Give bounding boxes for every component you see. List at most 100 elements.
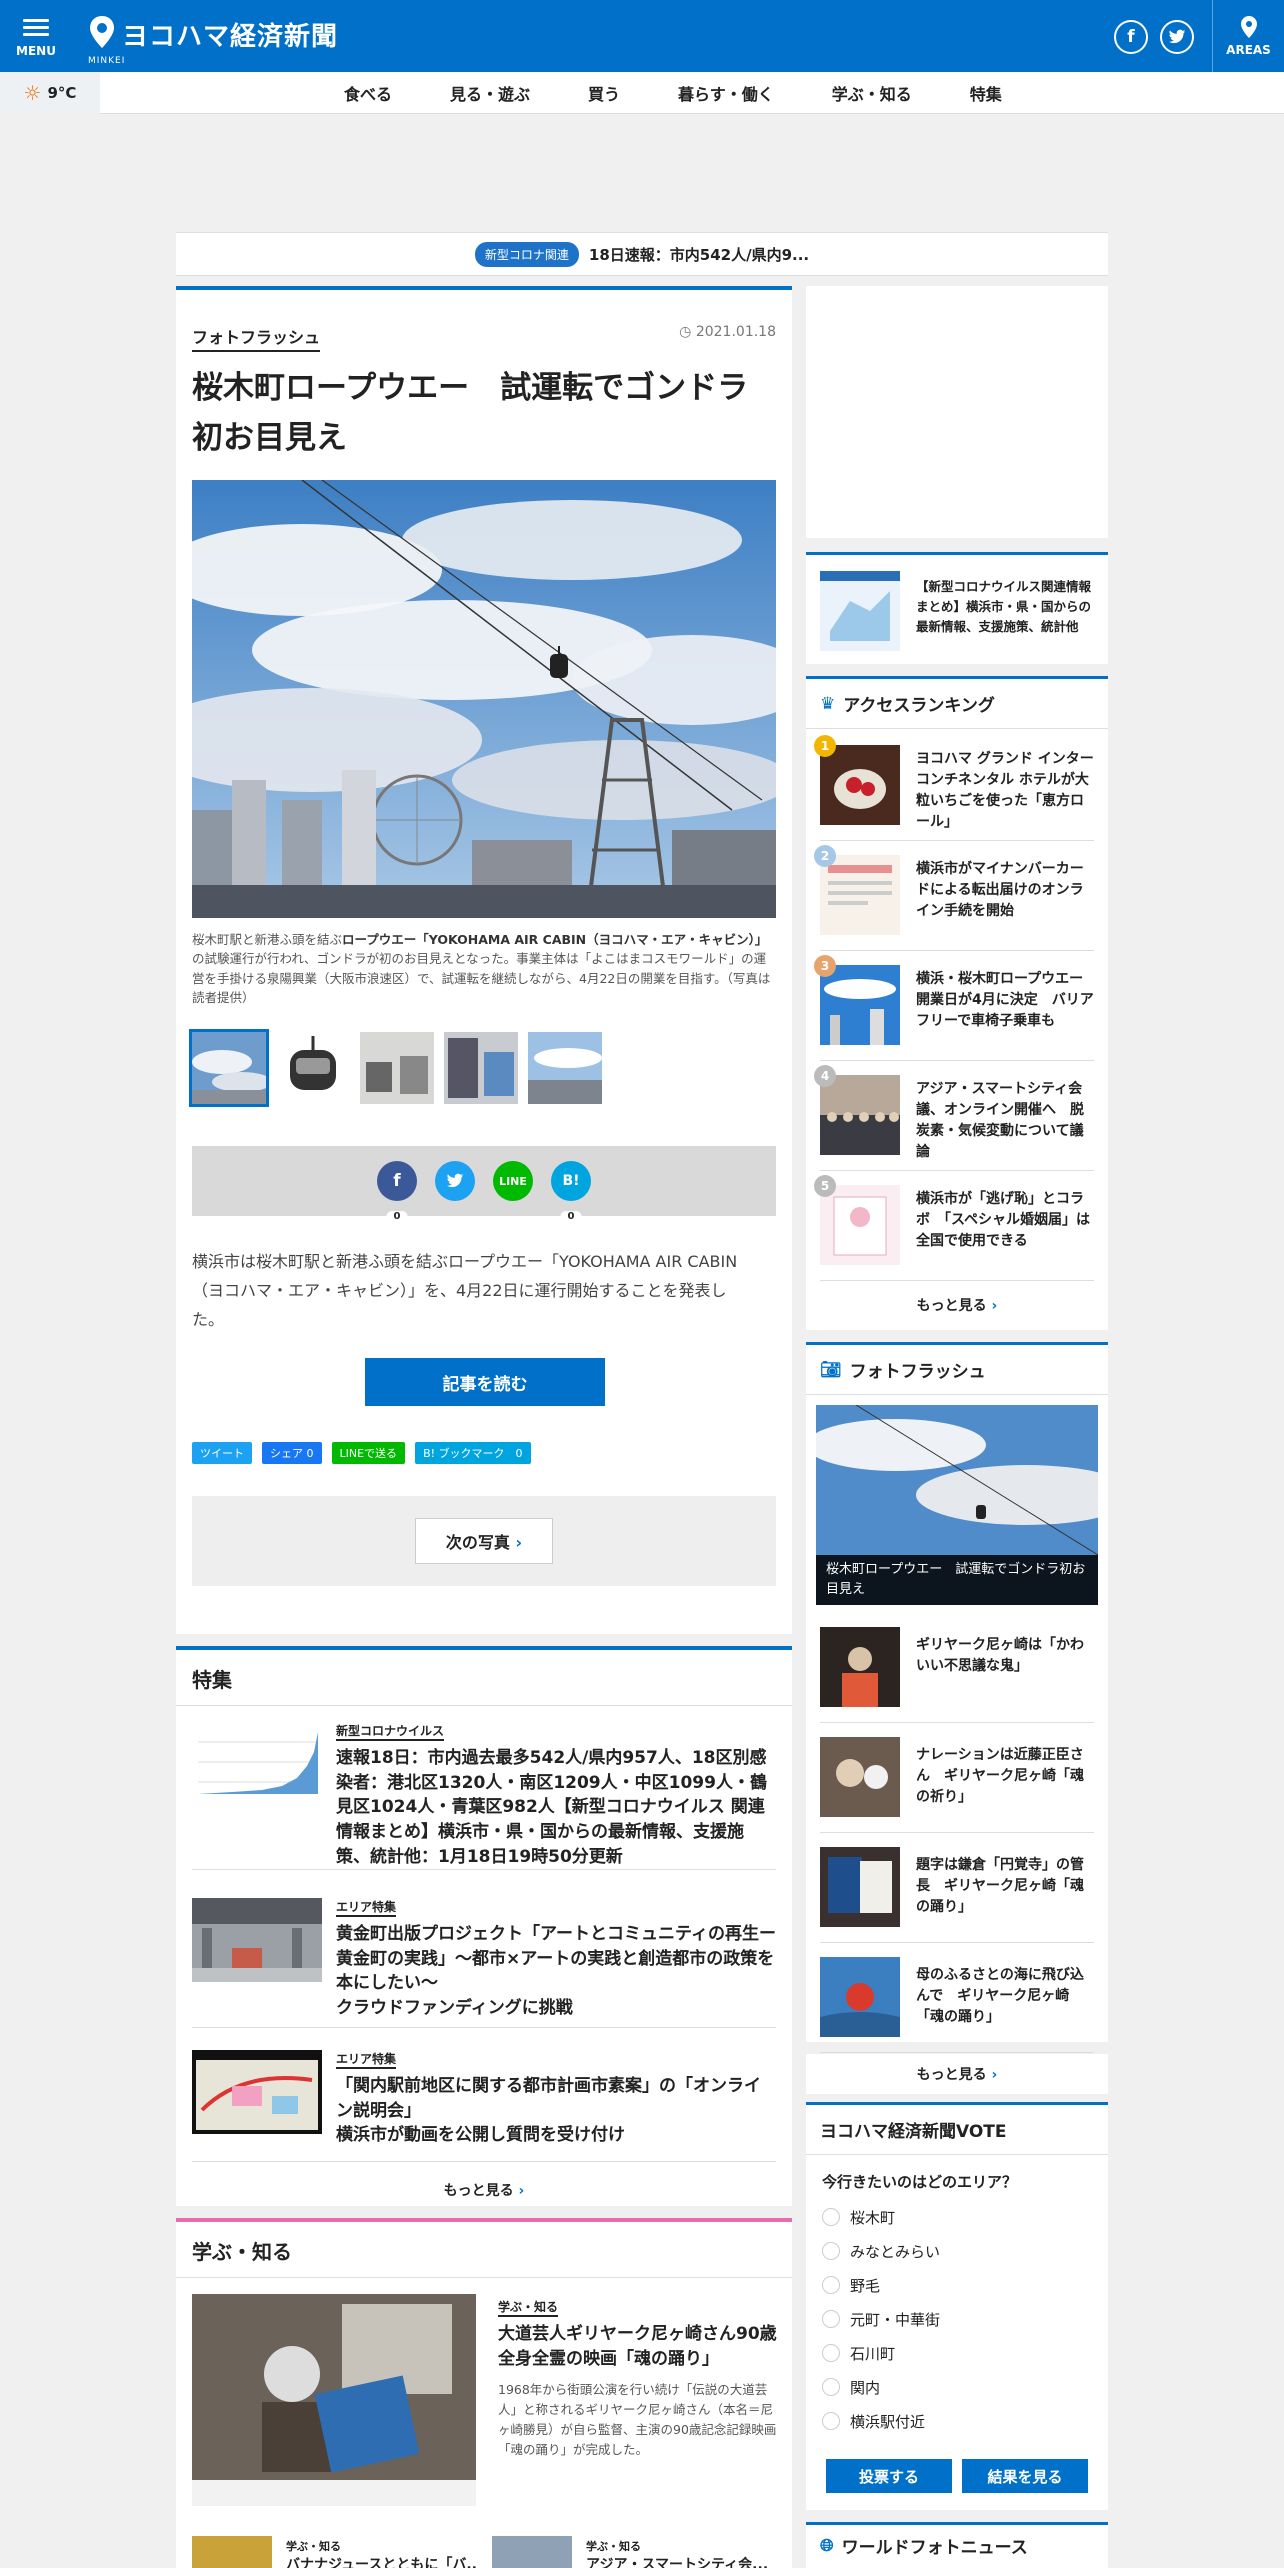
vote-submit-button[interactable]: 投票する: [826, 2459, 952, 2493]
vote-option[interactable]: 元町・中華街: [806, 2302, 1108, 2336]
ticker-text[interactable]: 18日速報：市内542人/県内9...: [589, 244, 809, 265]
covid-promo-text: 【新型コロナウイルス関連情報まとめ】横浜市・県・国からの最新情報、支援施策、統計…: [916, 579, 1092, 634]
chevron-right-icon: ›: [991, 1298, 998, 1314]
photoflash-more-box: もっと見る ›: [806, 2054, 1108, 2094]
next-photo-button[interactable]: 次の写真 ›: [414, 1518, 554, 1564]
header-twitter-button[interactable]: [1160, 20, 1194, 54]
nav-item-see-play[interactable]: 見る・遊ぶ: [450, 81, 530, 105]
learn-sub2-title[interactable]: アジア・スマートシティ会...: [586, 2554, 776, 2568]
weather-widget[interactable]: ☼ 9°C: [0, 72, 100, 114]
learn-main-title[interactable]: 大道芸人ギリヤーク尼ヶ崎さん90歳 全身全霊の映画「魂の踊り」: [498, 2322, 794, 2371]
category-nav: ☼ 9°C 食べる 見る・遊ぶ 買う 暮らす・働く 学ぶ・知る 特集: [0, 72, 1284, 114]
radio-icon[interactable]: [822, 2242, 840, 2260]
vote-option[interactable]: 石川町: [806, 2336, 1108, 2370]
ranking-item[interactable]: 2 横浜市がマイナンバーカードによる転出届けのオンライン手続を開始: [814, 841, 1094, 951]
vote-option[interactable]: 野毛: [806, 2268, 1108, 2302]
site-logo[interactable]: MINKEI ヨコハマ経済新聞: [88, 14, 339, 66]
vote-option[interactable]: 関内: [806, 2370, 1108, 2404]
photoflash-main-photo[interactable]: 桜木町ロープウエー 試運転でゴンドラ初お目見え: [816, 1405, 1098, 1605]
ticker-badge: 新型コロナ関連: [474, 241, 579, 267]
share-facebook-button[interactable]: f 0: [377, 1161, 417, 1222]
photoflash-item[interactable]: 題字は鎌倉「円覚寺」の管長 ギリヤーク尼ヶ崎「魂の踊り」: [820, 1833, 1094, 1943]
photoflash-item[interactable]: ギリヤーク尼ヶ崎は「かわいい不思議な鬼」: [820, 1613, 1094, 1723]
thumbnail-5[interactable]: [528, 1032, 602, 1104]
learn-sub1-title[interactable]: バナナジュースとともに「バ...: [286, 2554, 476, 2568]
article-main-photo[interactable]: [192, 480, 776, 918]
feature-item-title[interactable]: 「関内駅前地区に関する都市計画市素案」の「オンライン説明会」 横浜市が動画を公開…: [336, 2074, 776, 2148]
photoflash-item-title: ナレーションは近藤正臣さん ギリヤーク尼ヶ崎「魂の祈り」: [916, 1747, 1084, 1805]
areas-button[interactable]: AREAS: [1212, 0, 1284, 72]
nav-item-eat[interactable]: 食べる: [344, 81, 392, 105]
main-article: フォトフラッシュ ◷ 2021.01.18 桜木町ロープウエー 試運転でゴンドラ…: [176, 286, 792, 1634]
photoflash-thumbnail: [820, 1737, 900, 1817]
world-photo-title: 🌐︎ ワールドフォトニュース: [820, 2535, 1028, 2559]
ranking-more-link[interactable]: もっと見る ›: [806, 1295, 1108, 1315]
vote-widget: ヨコハマ経済新聞VOTE 今行きたいのはどのエリア？ 桜木町 みなとみらい 野毛…: [806, 2102, 1108, 2510]
feature-item-category: エリア特集: [336, 1898, 397, 1917]
feature-item[interactable]: エリア特集 黄金町出版プロジェクト「アートとコミュニティの再生ー黄金町の実践」～…: [192, 1898, 776, 2028]
radio-icon[interactable]: [822, 2344, 840, 2362]
thumbnail-1[interactable]: [189, 1029, 269, 1107]
nav-item-shop[interactable]: 買う: [588, 81, 620, 105]
facebook-icon: f: [393, 1171, 401, 1191]
ranking-thumbnail: [820, 1075, 900, 1155]
thumbnail-4[interactable]: [444, 1032, 518, 1104]
ranking-title-text: 横浜・桜木町ロープウエー開業日が4月に決定 バリアフリーで車椅子乗車も: [916, 971, 1094, 1029]
feature-section-title: 特集: [176, 1650, 792, 1706]
hatena-bookmark-button[interactable]: B! ブックマーク 0: [415, 1442, 531, 1464]
ranking-item[interactable]: 3 横浜・桜木町ロープウエー開業日が4月に決定 バリアフリーで車椅子乗車も: [814, 951, 1094, 1061]
facebook-share-button[interactable]: シェア 0: [262, 1442, 322, 1464]
thumbnail-3[interactable]: [360, 1032, 434, 1104]
header-facebook-button[interactable]: f: [1114, 20, 1148, 54]
learn-sub2-category: 学ぶ・知る: [586, 2540, 641, 2553]
feature-item-category: エリア特集: [336, 2050, 397, 2069]
facebook-icon: f: [1127, 27, 1135, 47]
feature-item[interactable]: 新型コロナウイルス 速報18日：市内過去最多542人/県内957人、18区別感染…: [192, 1722, 776, 1870]
weather-temp: 9°C: [47, 84, 77, 102]
read-article-button[interactable]: 記事を読む: [365, 1358, 605, 1406]
thumbnail-2[interactable]: [276, 1032, 350, 1104]
sidebar-covid-promo[interactable]: 【新型コロナウイルス関連情報まとめ】横浜市・県・国からの最新情報、支援施策、統計…: [806, 552, 1108, 664]
vote-option[interactable]: 桜木町: [806, 2200, 1108, 2234]
feature-item[interactable]: エリア特集 「関内駅前地区に関する都市計画市素案」の「オンライン説明会」 横浜市…: [192, 2050, 776, 2162]
ranking-number: 5: [814, 1175, 836, 1197]
news-ticker[interactable]: 新型コロナ関連 18日速報：市内542人/県内9...: [176, 232, 1108, 276]
covid-chart-thumbnail: [192, 1722, 322, 1806]
site-name: ヨコハマ経済新聞: [122, 21, 339, 52]
nav-item-learn[interactable]: 学ぶ・知る: [832, 81, 912, 105]
radio-icon[interactable]: [822, 2208, 840, 2226]
share-hatena-button[interactable]: B! 0: [551, 1161, 591, 1222]
article-category[interactable]: フォトフラッシュ: [192, 324, 321, 352]
chevron-right-icon: ›: [991, 2067, 998, 2083]
vote-option[interactable]: みなとみらい: [806, 2234, 1108, 2268]
photoflash-item[interactable]: ナレーションは近藤正臣さん ギリヤーク尼ヶ崎「魂の祈り」: [820, 1723, 1094, 1833]
radio-icon[interactable]: [822, 2412, 840, 2430]
share-line-button[interactable]: LINE: [493, 1161, 533, 1201]
vote-option[interactable]: 横浜駅付近: [806, 2404, 1108, 2438]
learn-sub2-thumbnail[interactable]: [492, 2536, 572, 2568]
menu-button[interactable]: MENU: [0, 0, 72, 72]
tweet-button[interactable]: ツイート: [192, 1442, 252, 1464]
learn-main-photo[interactable]: [192, 2294, 476, 2506]
radio-icon[interactable]: [822, 2310, 840, 2328]
feature-item-title[interactable]: 速報18日：市内過去最多542人/県内957人、18区別感染者：港北区1320人…: [336, 1746, 776, 1869]
ranking-item[interactable]: 1 ヨコハマ グランド インターコンチネンタル ホテルが大粒いちごを使った「恵方…: [814, 731, 1094, 841]
photoflash-more-link[interactable]: もっと見る ›: [806, 2054, 1108, 2084]
radio-icon[interactable]: [822, 2276, 840, 2294]
map-pin-logo-icon: [90, 16, 114, 48]
nav-item-feature[interactable]: 特集: [970, 81, 1002, 105]
radio-icon[interactable]: [822, 2378, 840, 2396]
line-send-button[interactable]: LINEで送る: [331, 1442, 406, 1464]
nav-item-live-work[interactable]: 暮らす・働く: [678, 81, 774, 105]
share-twitter-button[interactable]: [435, 1161, 475, 1201]
camera-icon: 📷︎: [820, 1359, 842, 1380]
learn-sub1-thumbnail[interactable]: [192, 2536, 272, 2568]
feature-more-link[interactable]: もっと見る ›: [176, 2180, 792, 2200]
ranking-item[interactable]: 4 アジア・スマートシティ会議、オンライン開催へ 脱炭素・気候変動について議論: [814, 1061, 1094, 1171]
vote-results-button[interactable]: 結果を見る: [962, 2459, 1088, 2493]
ranking-number: 1: [814, 735, 836, 757]
menu-label: MENU: [16, 43, 56, 58]
ranking-item[interactable]: 5 横浜市が「逃げ恥」とコラボ 「スペシャル婚姻届」は全国で使用できる: [814, 1171, 1094, 1281]
photoflash-item[interactable]: 母のふるさとの海に飛び込んで ギリヤーク尼ヶ崎「魂の踊り」: [820, 1943, 1094, 2053]
feature-item-title[interactable]: 黄金町出版プロジェクト「アートとコミュニティの再生ー黄金町の実践」～都市×アート…: [336, 1922, 776, 2021]
